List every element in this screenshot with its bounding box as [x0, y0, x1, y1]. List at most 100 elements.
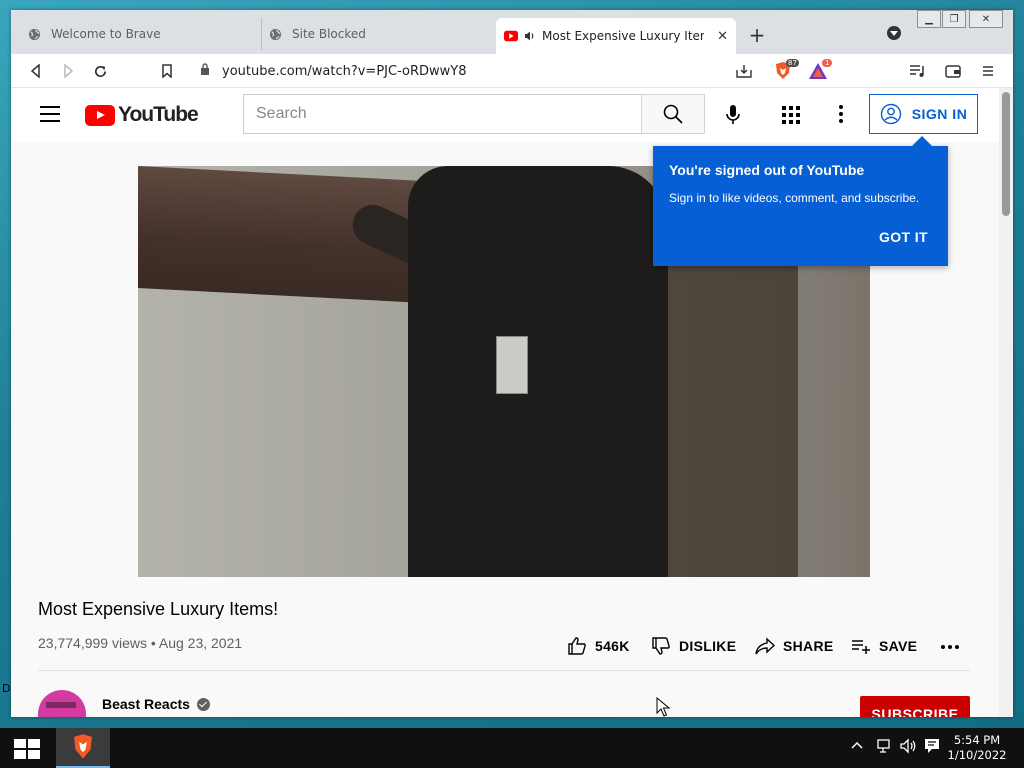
clock-date: 1/10/2022 — [947, 748, 1007, 762]
back-arrow-icon — [30, 64, 40, 78]
apps-grid-icon[interactable] — [782, 106, 800, 124]
sign-in-label: SIGN IN — [911, 106, 968, 122]
scrollbar-thumb[interactable] — [1002, 92, 1010, 216]
taskbar-brave-button[interactable] — [56, 728, 110, 768]
url-text: youtube.com/watch?v=PJC-oRDwwY8 — [222, 63, 467, 79]
desktop-edge-text: D — [2, 682, 11, 695]
sign-in-button[interactable]: SIGN IN — [869, 94, 978, 134]
download-tray-icon — [736, 65, 752, 78]
share-button[interactable]: SHARE — [755, 634, 834, 658]
speaker-icon[interactable] — [524, 30, 536, 42]
system-clock[interactable]: 5:54 PM 1/10/2022 — [944, 733, 1010, 763]
volume-icon[interactable] — [900, 738, 918, 758]
youtube-header: YouTube Search SIGN IN — [11, 88, 999, 142]
globe-icon — [27, 27, 41, 41]
youtube-logo-text: YouTube — [118, 103, 199, 126]
reload-button[interactable] — [90, 61, 110, 81]
reload-icon — [94, 65, 106, 77]
close-tab-icon[interactable]: ✕ — [717, 29, 728, 44]
tooltip-body: Sign in to like videos, comment, and sub… — [669, 191, 920, 205]
close-window-button[interactable]: ✕ — [969, 10, 1003, 28]
brave-browser-icon — [74, 734, 92, 759]
divider — [38, 670, 970, 671]
video-frame-person — [408, 166, 668, 577]
channel-name: Beast Reacts — [102, 696, 190, 712]
browser-window: Welcome to Brave Site Blocked Most Expen… — [11, 10, 1013, 717]
bookmark-icon — [162, 64, 172, 78]
channel-name-row[interactable]: Beast Reacts — [102, 696, 210, 712]
wallet-button[interactable] — [943, 61, 963, 81]
playlist-icon — [910, 65, 924, 77]
save-button[interactable]: SAVE — [851, 634, 917, 658]
rewards-count-badge: 1 — [822, 59, 833, 67]
share-arrow-icon — [755, 637, 775, 655]
minimize-button[interactable]: ▁ — [917, 10, 941, 28]
tab-label: Site Blocked — [292, 27, 366, 41]
globe-icon — [268, 27, 282, 41]
browser-toolbar: youtube.com/watch?v=PJC-oRDwwY8 87 1 — [11, 54, 1013, 88]
microphone-icon — [726, 105, 740, 124]
forward-arrow-icon — [64, 64, 74, 78]
got-it-button[interactable]: GOT IT — [879, 229, 928, 245]
video-view-date: 23,774,999 views • Aug 23, 2021 — [38, 635, 243, 651]
action-center-icon[interactable] — [924, 738, 940, 758]
tab-youtube-video[interactable]: Most Expensive Luxury Items! ✕ — [496, 18, 736, 54]
back-button[interactable] — [26, 61, 46, 81]
maximize-button[interactable]: ❐ — [942, 10, 966, 28]
settings-more-icon[interactable] — [839, 105, 843, 123]
account-circle-icon — [880, 103, 901, 125]
tab-search-menu-icon[interactable] — [887, 26, 901, 40]
channel-avatar[interactable] — [38, 690, 86, 717]
tab-welcome[interactable]: Welcome to Brave — [23, 18, 255, 50]
install-app-button[interactable] — [734, 61, 754, 81]
tab-site-blocked[interactable]: Site Blocked — [261, 18, 493, 50]
menu-lines-icon — [983, 66, 993, 76]
subscribe-label: SUBSCRIBE — [871, 706, 959, 717]
clock-time: 5:54 PM — [953, 733, 1001, 747]
new-tab-button[interactable]: + — [746, 23, 768, 47]
playlist-add-icon — [852, 640, 870, 654]
windows-start-icon[interactable] — [14, 739, 40, 759]
video-title: Most Expensive Luxury Items! — [38, 599, 279, 619]
thumbs-down-icon — [652, 637, 670, 655]
youtube-page: YouTube Search SIGN IN You're signed out… — [11, 88, 999, 717]
dislike-button[interactable]: DISLIKE — [651, 634, 736, 658]
youtube-logo[interactable]: YouTube — [85, 103, 199, 127]
brave-shields-button[interactable]: 87 — [773, 59, 799, 81]
video-frame-id-badge — [496, 336, 528, 394]
search-placeholder: Search — [256, 105, 307, 122]
address-bar[interactable]: youtube.com/watch?v=PJC-oRDwwY8 — [188, 57, 763, 85]
guide-menu-icon[interactable] — [40, 106, 60, 122]
more-actions-icon[interactable] — [941, 645, 959, 649]
voice-search-button[interactable] — [721, 103, 745, 127]
verified-check-icon — [196, 697, 210, 711]
chevron-up-icon — [851, 741, 863, 749]
tooltip-title: You're signed out of YouTube — [669, 162, 865, 178]
wallet-icon — [945, 65, 961, 78]
thumbs-up-icon — [568, 637, 586, 655]
brave-rewards-button[interactable]: 1 — [808, 59, 833, 81]
subscribe-button[interactable]: SUBSCRIBE — [860, 696, 970, 717]
share-label: SHARE — [783, 638, 834, 654]
search-button[interactable] — [641, 94, 705, 134]
search-input[interactable]: Search — [243, 94, 642, 134]
search-icon — [663, 104, 683, 124]
show-hidden-icons[interactable] — [850, 738, 864, 756]
forward-button[interactable] — [58, 61, 78, 81]
like-button[interactable]: 546K — [567, 634, 630, 658]
tab-strip: Welcome to Brave Site Blocked Most Expen… — [11, 10, 1013, 54]
save-label: SAVE — [879, 638, 918, 654]
tab-label: Welcome to Brave — [51, 27, 161, 41]
page-scrollbar[interactable] — [999, 88, 1013, 717]
playlist-button[interactable] — [908, 61, 928, 81]
network-icon[interactable] — [876, 738, 894, 758]
shields-count-badge: 87 — [786, 59, 799, 67]
youtube-favicon-icon — [504, 29, 518, 43]
signed-out-tooltip: You're signed out of YouTube Sign in to … — [653, 136, 948, 266]
mouse-pointer-icon — [656, 696, 671, 721]
lock-icon — [200, 63, 210, 79]
browser-menu-button[interactable] — [978, 61, 998, 81]
like-count: 546K — [595, 638, 630, 654]
youtube-play-icon — [85, 104, 115, 126]
bookmark-button[interactable] — [157, 61, 177, 81]
